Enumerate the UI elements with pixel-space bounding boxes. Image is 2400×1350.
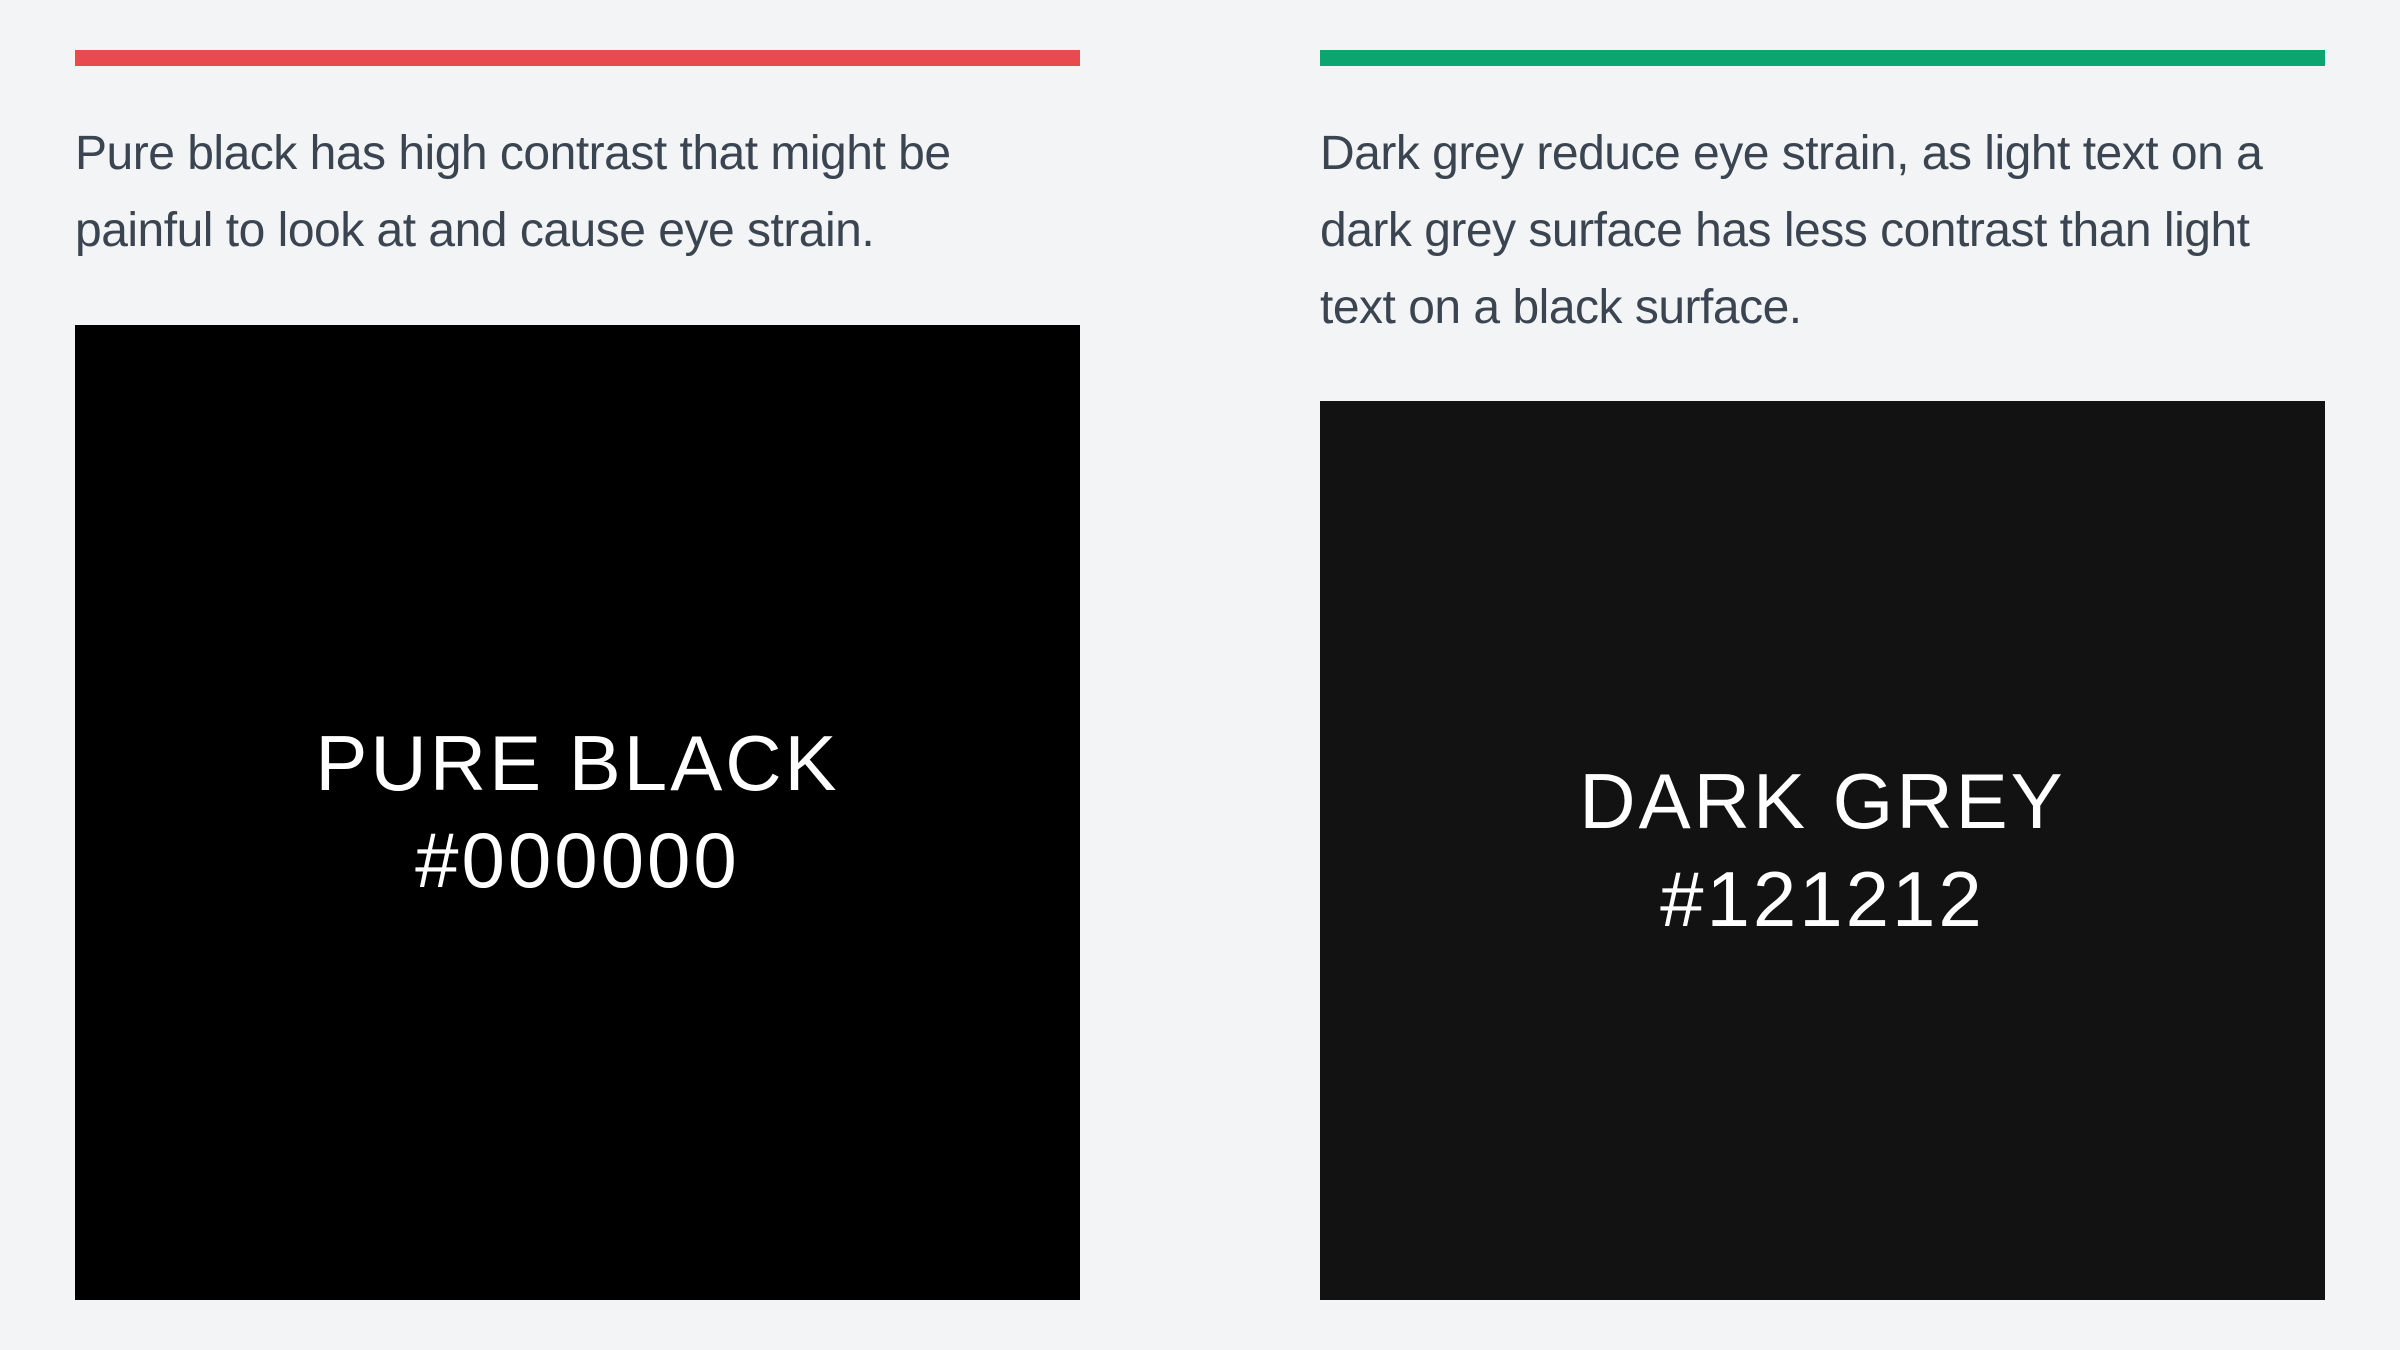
comparison-column-pure-black: Pure black has high contrast that might …	[75, 50, 1080, 1300]
accent-bar-green	[1320, 50, 2325, 66]
swatch-hex: #121212	[1579, 851, 2065, 949]
pure-black-swatch: PURE BLACK #000000	[75, 325, 1080, 1300]
swatch-label: PURE BLACK #000000	[315, 715, 839, 910]
swatch-name: PURE BLACK	[315, 715, 839, 813]
comparison-column-dark-grey: Dark grey reduce eye strain, as light te…	[1320, 50, 2325, 1300]
swatch-name: DARK GREY	[1579, 753, 2065, 851]
swatch-hex: #000000	[315, 812, 839, 910]
dark-grey-swatch: DARK GREY #121212	[1320, 401, 2325, 1300]
pure-black-description: Pure black has high contrast that might …	[75, 116, 1080, 270]
accent-bar-red	[75, 50, 1080, 66]
dark-grey-description: Dark grey reduce eye strain, as light te…	[1320, 116, 2325, 346]
swatch-label: DARK GREY #121212	[1579, 753, 2065, 948]
